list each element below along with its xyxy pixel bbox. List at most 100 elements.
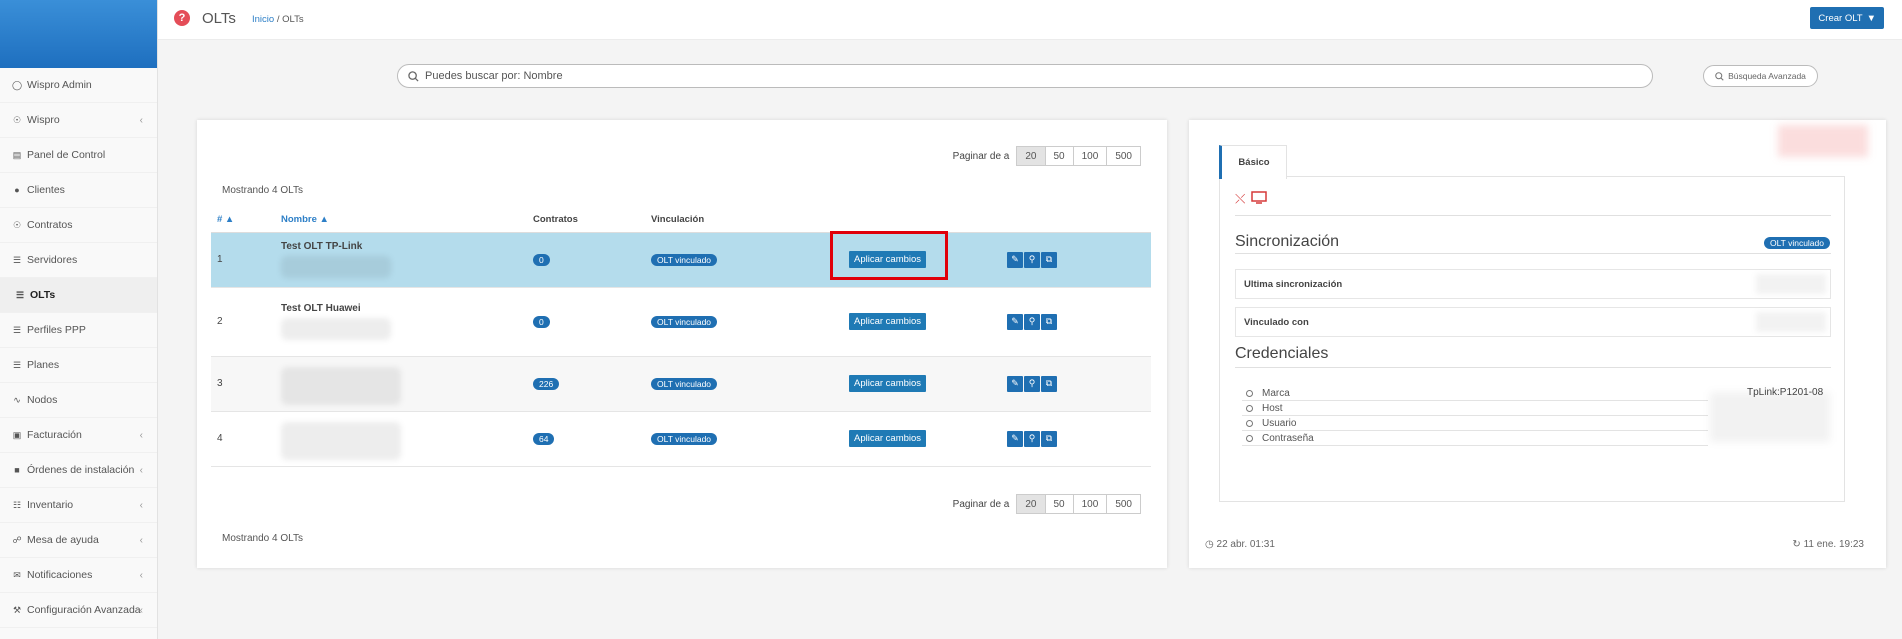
page-size-100[interactable]: 100 [1072, 146, 1108, 166]
table-row[interactable]: 2 Test OLT Huawei 0 OLT vinculado Aplicar ca… [211, 287, 1151, 357]
credentials-title: Credenciales [1235, 345, 1329, 362]
pagination-label: Paginar de a [952, 150, 1010, 162]
row-number: 2 [211, 287, 275, 357]
sidebar-item[interactable]: ● Clientes [0, 173, 157, 208]
sidebar-item[interactable]: ✉ Notificaciones ‹ [0, 558, 157, 593]
chevron-left-icon: ‹ [139, 569, 143, 581]
col-name[interactable]: Nombre ▲ [275, 208, 527, 233]
copy-icon[interactable]: ⧉ [1041, 313, 1057, 330]
sync-title: Sincronización [1235, 233, 1340, 250]
edit-icon[interactable]: ✎ [1007, 251, 1023, 268]
list-icon: ☰ [12, 324, 22, 335]
monitor-icon[interactable] [1251, 191, 1268, 204]
search-input[interactable] [425, 70, 1625, 82]
copy-icon[interactable]: ⧉ [1041, 430, 1057, 447]
advanced-search-button[interactable]: Búsqueda Avanzada [1703, 65, 1818, 87]
search-icon[interactable]: ⚲ [1024, 375, 1040, 392]
apply-changes-button[interactable]: Aplicar cambios [849, 375, 927, 392]
refresh-icon: ↻ [1792, 539, 1801, 550]
col-actions [1001, 208, 1151, 233]
page-size-500[interactable]: 500 [1106, 494, 1141, 514]
sidebar-item[interactable]: ☰ Perfiles PPP [0, 313, 157, 348]
sidebar-item[interactable]: ▣ Facturación ‹ [0, 418, 157, 453]
actions-cell: ✎ ⚲ ⧉ [1001, 232, 1151, 288]
sidebar-item[interactable]: ☉ Wispro ‹ [0, 103, 157, 138]
sidebar-item[interactable]: ☰ Servidores [0, 243, 157, 278]
edit-icon[interactable]: ✎ [1007, 313, 1023, 330]
sidebar-item[interactable]: ▤ Panel de Control [0, 138, 157, 173]
olt-name[interactable]: Test OLT Huawei [281, 303, 527, 314]
wrench-icon: ⚒ [12, 604, 22, 615]
headset-icon: ☍ [12, 534, 22, 545]
truck-icon: ■ [14, 465, 20, 475]
edit-icon[interactable]: ✎ [1007, 375, 1023, 392]
breadcrumb-home-link[interactable]: Inicio [252, 14, 274, 25]
olt-name[interactable]: Test OLT TP-Link [281, 241, 527, 252]
chevron-down-icon: ▼ [1866, 12, 1876, 24]
users-icon: ● [14, 185, 20, 195]
showing-count: Mostrando 4 OLTs [222, 185, 303, 196]
copy-icon[interactable]: ⧉ [1041, 375, 1057, 392]
chevron-left-icon: ‹ [139, 114, 143, 126]
linked-with-field: Vinculado con [1235, 307, 1831, 337]
search-icon [408, 70, 419, 82]
sidebar-item-label: Panel de Control [27, 149, 106, 161]
sidebar-item-label: Wispro Admin [27, 79, 92, 91]
create-olt-button[interactable]: Crear OLT ▼ [1810, 7, 1884, 29]
search-icon[interactable]: ⚲ [1024, 313, 1040, 330]
page-size-500[interactable]: 500 [1106, 146, 1141, 166]
table-row[interactable]: 1 Test OLT TP-Link 0 OLT vinculado Aplicar c… [211, 231, 1151, 288]
pagination-top: Paginar de a 20 50 100 500 [953, 146, 1141, 166]
sidebar-item[interactable]: ☰ OLTs [0, 278, 157, 313]
col-link: Vinculación [645, 208, 843, 233]
table-row[interactable]: 4 64 OLT vinculado Aplicar cambios ✎ ⚲ ⧉ [211, 411, 1151, 467]
apply-cell: Aplicar cambios [830, 231, 1001, 288]
tab-basico[interactable]: Básico [1219, 145, 1287, 179]
sidebar-item[interactable]: ☷ Inventario ‹ [0, 488, 157, 523]
circle-icon [1246, 435, 1253, 442]
contracts-badge: 64 [533, 432, 555, 445]
apply-changes-button[interactable]: Aplicar cambios [849, 430, 927, 447]
search-bar [397, 64, 1653, 88]
page-size-100[interactable]: 100 [1072, 494, 1108, 514]
row-number: 3 [211, 356, 275, 412]
sidebar-item[interactable]: ■ Órdenes de instalación ‹ [0, 453, 157, 488]
copy-icon[interactable]: ⧉ [1041, 251, 1057, 268]
sidebar-item[interactable]: ⚒ Configuración Avanzada ‹ [0, 593, 157, 628]
sidebar-item[interactable]: ◯ Wispro Admin [0, 68, 157, 103]
name-cell: Test OLT TP-Link [275, 232, 527, 288]
pagination-bottom: Paginar de a 20 50 100 500 [953, 494, 1141, 514]
link-cell: OLT vinculado [645, 287, 843, 357]
list-icon: ☰ [12, 359, 22, 370]
link-status-badge: OLT vinculado [651, 377, 718, 390]
advanced-search-label: Búsqueda Avanzada [1728, 71, 1806, 81]
page-size-50[interactable]: 50 [1044, 146, 1074, 166]
sidebar-item-label: Inventario [27, 499, 74, 511]
col-apply [843, 208, 1001, 233]
sidebar-item[interactable]: ☍ Mesa de ayuda ‹ [0, 523, 157, 558]
updated-date-text: 11 ene. 19:23 [1803, 539, 1864, 550]
search-icon[interactable]: ⚲ [1024, 430, 1040, 447]
cred-label: Contraseña [1262, 433, 1314, 444]
sidebar-item[interactable]: ☰ Planes [0, 348, 157, 383]
cred-label: Usuario [1262, 418, 1297, 429]
table-row[interactable]: 3 226 OLT vinculado Aplicar cambios ✎ ⚲ ⧉ [211, 356, 1151, 412]
logo[interactable] [0, 0, 157, 68]
shuffle-icon[interactable]: ⤬ [1235, 191, 1245, 207]
apply-changes-button[interactable]: Aplicar cambios [849, 313, 927, 330]
page-size-20[interactable]: 20 [1016, 494, 1046, 514]
page-size-50[interactable]: 50 [1044, 494, 1074, 514]
sync-status-badge: OLT vinculado [1763, 237, 1830, 249]
apply-cell: Aplicar cambios [843, 356, 1001, 412]
col-number[interactable]: # ▲ [211, 208, 275, 233]
search-icon[interactable]: ⚲ [1024, 251, 1040, 268]
page-title: OLTs [202, 10, 236, 27]
help-icon[interactable]: ? [174, 10, 190, 26]
detail-icons: ⤬ [1235, 191, 1268, 207]
page-size-20[interactable]: 20 [1016, 146, 1046, 166]
cred-row-contrasena: Contraseña [1242, 432, 1708, 446]
sidebar-item[interactable]: ∿ Nodos [0, 383, 157, 418]
sidebar-item[interactable]: ☉ Contratos [0, 208, 157, 243]
edit-icon[interactable]: ✎ [1007, 430, 1023, 447]
circle-icon [1246, 390, 1253, 397]
